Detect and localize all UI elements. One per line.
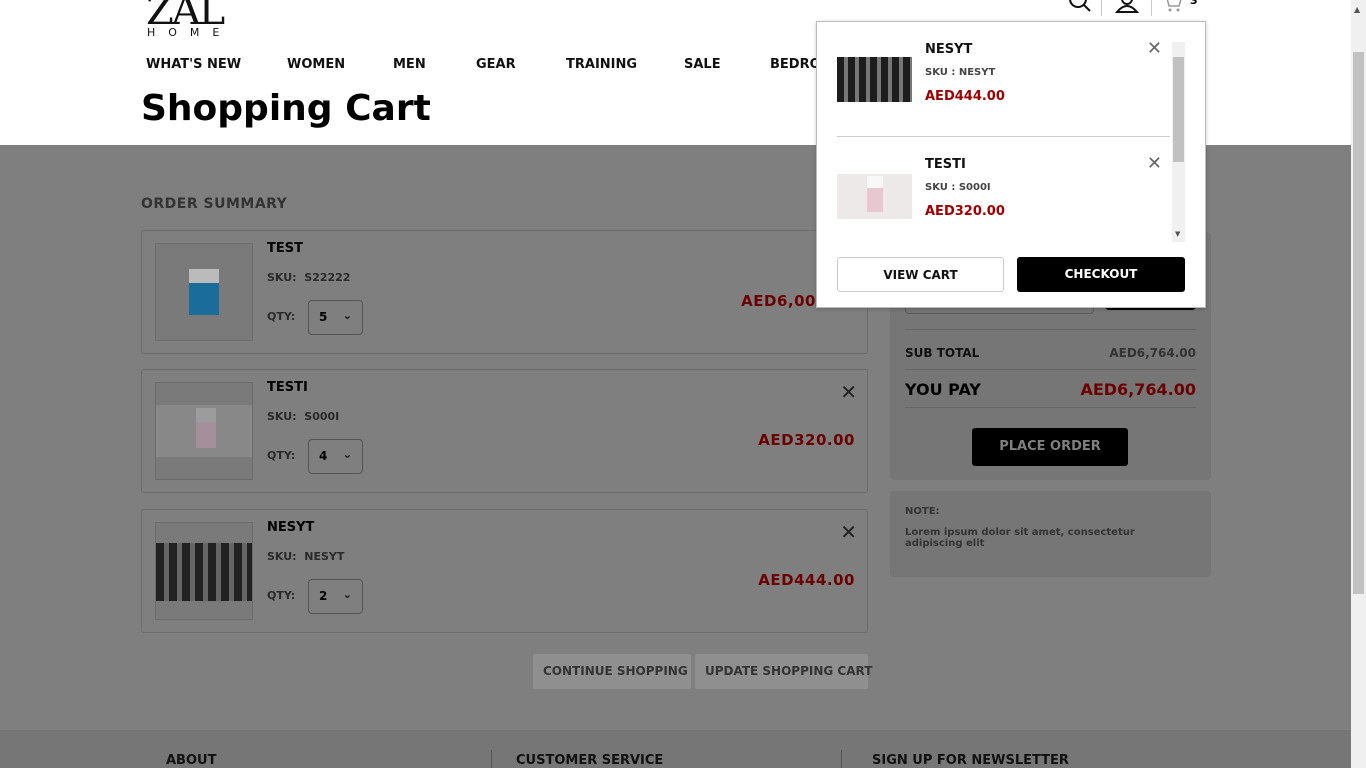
order-summary-heading: ORDER SUMMARY xyxy=(141,196,288,212)
footer: ABOUT CUSTOMER SERVICE SIGN UP FOR NEWSL… xyxy=(0,730,1351,768)
chevron-down-icon: ⌄ xyxy=(342,309,352,322)
minicart-product-name[interactable]: NESYT xyxy=(925,42,972,57)
product-price: AED444.00 xyxy=(758,571,855,589)
remove-item-icon[interactable]: ✕ xyxy=(840,380,857,404)
product-sku: SKU: NESYT xyxy=(267,550,345,563)
footer-about: ABOUT xyxy=(166,753,217,768)
remove-item-icon[interactable]: ✕ xyxy=(1147,38,1162,59)
cart-item: TEST SKU: S22222 QTY: 5 ⌄ AED6,000.00 xyxy=(141,230,868,354)
minicart-product-image xyxy=(837,174,912,219)
minicart-product-price: AED320.00 xyxy=(925,204,1005,219)
nav-gear[interactable]: GEAR xyxy=(476,57,516,72)
qty-select[interactable]: 2 ⌄ xyxy=(308,579,363,614)
remove-item-icon[interactable]: ✕ xyxy=(1147,153,1162,174)
minicart-product-image xyxy=(837,57,912,102)
page-scrollbar[interactable]: ▲ xyxy=(1351,0,1366,768)
chevron-down-icon: ⌄ xyxy=(342,448,352,461)
subtotal-value: AED6,764.00 xyxy=(1109,346,1196,360)
minicart-dropdown: NESYT SKU : NESYT AED444.00 ✕ TESTI SKU … xyxy=(816,21,1206,308)
product-name[interactable]: TEST xyxy=(267,241,303,256)
view-cart-button[interactable]: VIEW CART xyxy=(837,257,1004,292)
continue-shopping-button[interactable]: CONTINUE SHOPPING xyxy=(533,654,691,689)
minicart-product-sku: SKU : S000I xyxy=(925,182,991,193)
nav-whats-new[interactable]: WHAT'S NEW xyxy=(146,57,241,72)
product-image xyxy=(155,522,253,620)
minicart-product-sku: SKU : NESYT xyxy=(925,67,996,78)
logo-subtitle: HOME xyxy=(147,26,233,39)
cart-icon[interactable] xyxy=(1162,0,1184,14)
note-label: NOTE: xyxy=(905,506,940,517)
product-sku: SKU: S22222 xyxy=(267,271,351,284)
chevron-down-icon: ⌄ xyxy=(342,588,352,601)
page-title: Shopping Cart xyxy=(141,88,431,129)
cart-count: 3 xyxy=(1190,0,1198,7)
note-panel: NOTE: Lorem ipsum dolor sit amet, consec… xyxy=(890,491,1211,577)
account-icon[interactable] xyxy=(1115,0,1139,14)
product-price: AED320.00 xyxy=(758,431,855,449)
product-sku: SKU: S000I xyxy=(267,410,340,423)
subtotal-label: SUB TOTAL xyxy=(905,346,980,360)
product-name[interactable]: NESYT xyxy=(267,520,314,535)
nav-men[interactable]: MEN xyxy=(393,57,426,72)
qty-select[interactable]: 4 ⌄ xyxy=(308,439,363,474)
update-cart-button[interactable]: UPDATE SHOPPING CART xyxy=(695,654,872,689)
you-pay-label: YOU PAY xyxy=(905,380,981,399)
search-icon[interactable] xyxy=(1068,0,1092,14)
checkout-button[interactable]: CHECKOUT xyxy=(1017,257,1185,292)
nav-training[interactable]: TRAINING xyxy=(566,57,637,72)
product-name[interactable]: TESTI xyxy=(267,380,308,395)
qty-label: QTY: xyxy=(267,310,296,323)
you-pay-value: AED6,764.00 xyxy=(1080,380,1196,399)
footer-newsletter: SIGN UP FOR NEWSLETTER xyxy=(872,753,1069,768)
qty-label: QTY: xyxy=(267,589,296,602)
cart-item: TESTI SKU: S000I QTY: 4 ⌄ AED320.00 ✕ xyxy=(141,369,868,493)
minicart-product-name[interactable]: TESTI xyxy=(925,157,966,172)
qty-select[interactable]: 5 ⌄ xyxy=(308,300,363,335)
note-text: Lorem ipsum dolor sit amet, consectetur … xyxy=(905,527,1135,549)
nav-sale[interactable]: SALE xyxy=(684,57,721,72)
qty-label: QTY: xyxy=(267,449,296,462)
footer-customer-service: CUSTOMER SERVICE xyxy=(516,753,664,768)
product-image xyxy=(155,382,253,480)
nav-bedroom[interactable]: BEDRO xyxy=(770,57,821,72)
nav-women[interactable]: WOMEN xyxy=(287,57,345,72)
cart-item: NESYT SKU: NESYT QTY: 2 ⌄ AED444.00 ✕ xyxy=(141,509,868,633)
remove-item-icon[interactable]: ✕ xyxy=(840,520,857,544)
product-image xyxy=(155,243,253,341)
minicart-product-price: AED444.00 xyxy=(925,89,1005,104)
minicart-scrollbar[interactable]: ▼ xyxy=(1172,42,1185,242)
place-order-button[interactable]: PLACE ORDER xyxy=(972,428,1128,466)
